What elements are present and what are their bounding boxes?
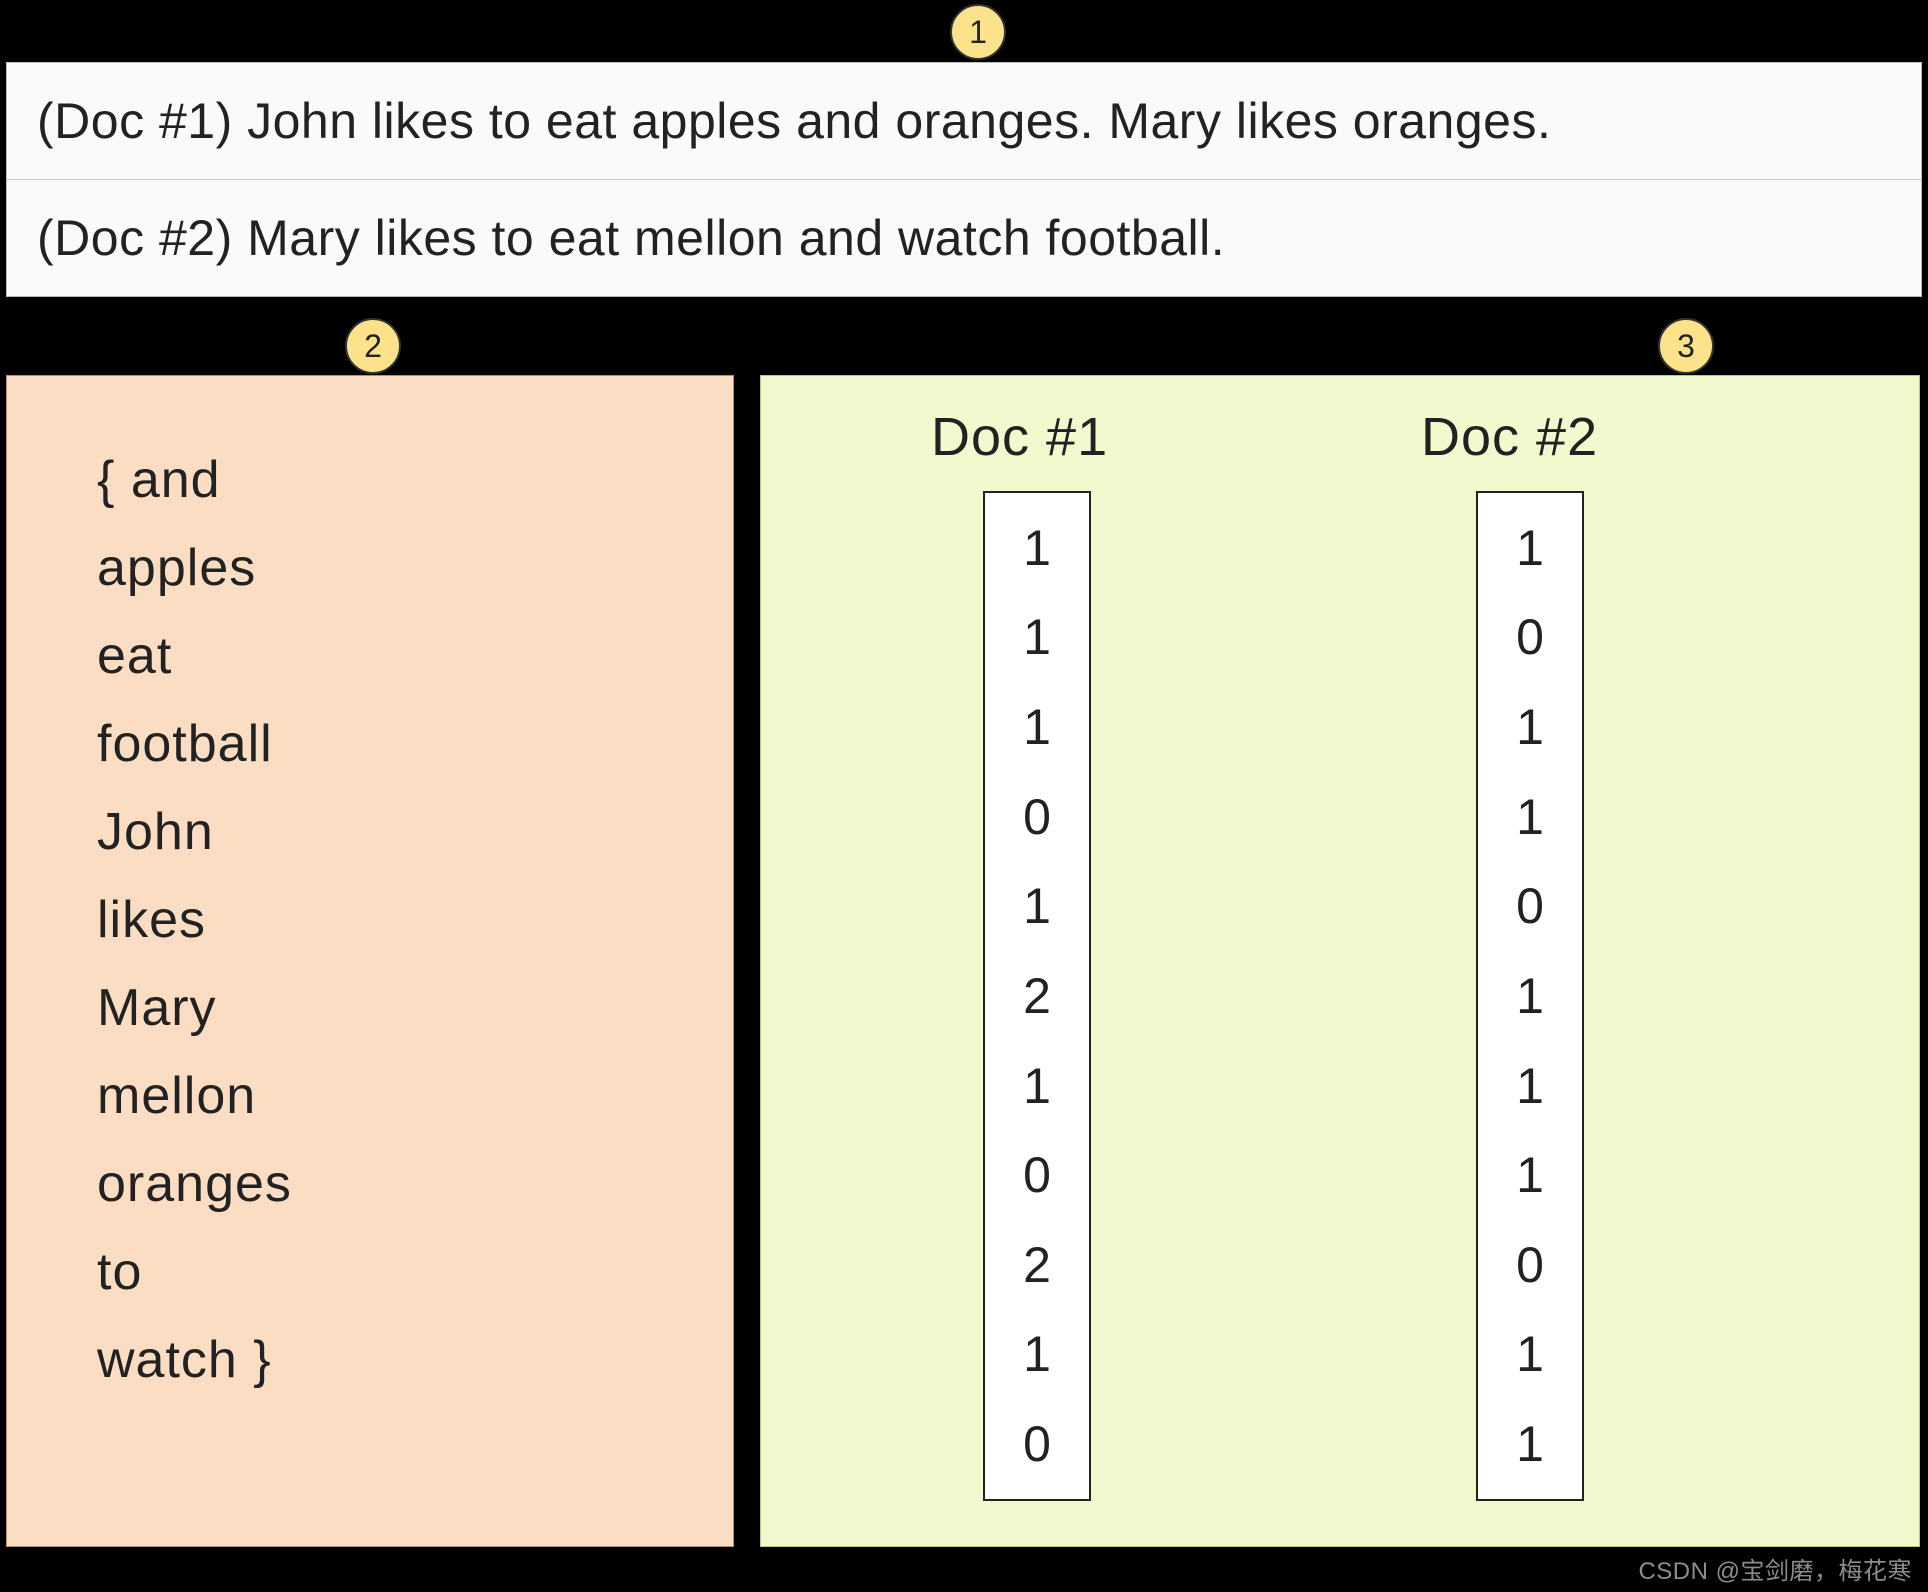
step-badge-1: 1	[950, 4, 1006, 60]
badge-label: 1	[969, 14, 987, 51]
vector-cell: 1	[1516, 688, 1544, 766]
document-text: (Doc #2) Mary likes to eat mellon and wa…	[37, 209, 1225, 267]
vocab-word: mellon	[97, 1052, 733, 1140]
vector-cell: 1	[1516, 1315, 1544, 1393]
vector-cell: 0	[1023, 1136, 1051, 1214]
vocab-word: John	[97, 788, 733, 876]
vector-cell: 1	[1516, 1047, 1544, 1125]
vector-cell: 0	[1023, 778, 1051, 856]
vector-box-2: 1 0 1 1 0 1 1 1 0 1 1	[1476, 491, 1584, 1501]
vector-box-1: 1 1 1 0 1 2 1 0 2 1 0	[983, 491, 1091, 1501]
vector-cell: 1	[1516, 1405, 1544, 1483]
vector-cell: 1	[1023, 509, 1051, 587]
vector-header-1: Doc #1	[931, 406, 1108, 468]
vocab-word: eat	[97, 612, 733, 700]
badge-label: 3	[1677, 328, 1695, 365]
vector-header-2: Doc #2	[1421, 406, 1598, 468]
documents-panel: (Doc #1) John likes to eat apples and or…	[6, 62, 1922, 297]
badge-label: 2	[364, 328, 382, 365]
step-badge-3: 3	[1658, 318, 1714, 374]
vocab-word: to	[97, 1228, 733, 1316]
vector-cell: 0	[1023, 1405, 1051, 1483]
document-row-2: (Doc #2) Mary likes to eat mellon and wa…	[7, 179, 1921, 296]
document-text: (Doc #1) John likes to eat apples and or…	[37, 92, 1551, 150]
vector-cell: 0	[1516, 867, 1544, 945]
vocab-word: football	[97, 700, 733, 788]
vector-cell: 0	[1516, 1226, 1544, 1304]
vocab-word: Mary	[97, 964, 733, 1052]
vocab-word: watch }	[97, 1316, 733, 1404]
vector-cell: 1	[1516, 509, 1544, 587]
vector-cell: 1	[1023, 598, 1051, 676]
vector-cell: 2	[1023, 957, 1051, 1035]
vector-cell: 1	[1516, 778, 1544, 856]
vocabulary-panel: { and apples eat football John likes Mar…	[6, 375, 734, 1547]
vocab-word: { and	[97, 436, 733, 524]
watermark: CSDN @宝剑磨，梅花寒	[1638, 1551, 1912, 1586]
vector-cell: 1	[1516, 957, 1544, 1035]
step-badge-2: 2	[345, 318, 401, 374]
vector-cell: 1	[1023, 867, 1051, 945]
vector-cell: 1	[1023, 1315, 1051, 1393]
document-row-1: (Doc #1) John likes to eat apples and or…	[7, 63, 1921, 179]
vectors-panel: Doc #1 Doc #2 1 1 1 0 1 2 1 0 2 1 0 1 0 …	[760, 375, 1920, 1547]
vocab-word: oranges	[97, 1140, 733, 1228]
vector-cell: 0	[1516, 598, 1544, 676]
vector-cell: 1	[1023, 688, 1051, 766]
vocab-word: likes	[97, 876, 733, 964]
vector-cell: 1	[1516, 1136, 1544, 1214]
vector-cell: 1	[1023, 1047, 1051, 1125]
vector-cell: 2	[1023, 1226, 1051, 1304]
vocab-word: apples	[97, 524, 733, 612]
